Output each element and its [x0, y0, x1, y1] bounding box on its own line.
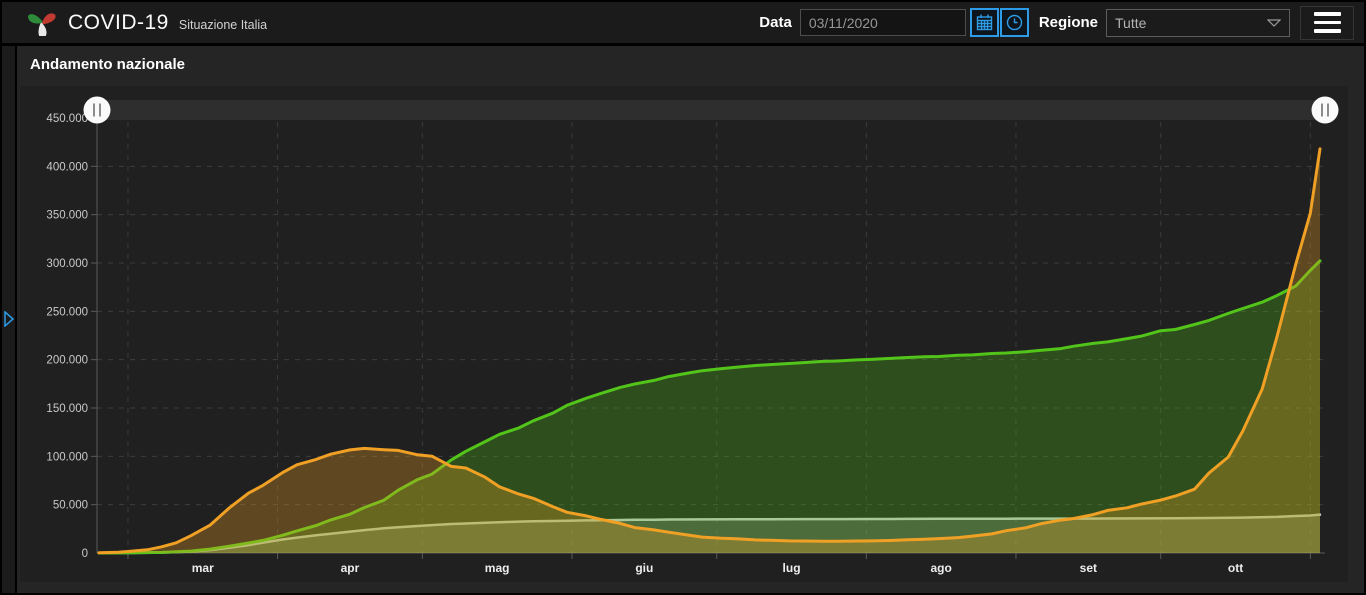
slider-handle-right[interactable]: [1312, 97, 1339, 124]
date-label: Data: [759, 14, 792, 31]
region-select[interactable]: Tutte: [1106, 9, 1290, 37]
andamento-panel: Andamento nazionale: [17, 46, 1364, 593]
clock-button[interactable]: [1000, 8, 1029, 37]
panel-title: Andamento nazionale: [30, 56, 185, 73]
protezione-civile-logo-icon: [28, 9, 56, 36]
chevron-right-icon: [4, 311, 14, 327]
slider-handle-right-circle[interactable]: [1312, 97, 1339, 124]
calendar-icon: [976, 14, 993, 31]
slider-handle-left[interactable]: [84, 97, 111, 124]
date-input[interactable]: [800, 9, 966, 36]
region-label: Regione: [1039, 14, 1098, 31]
app-title: COVID-19: [68, 11, 169, 35]
calendar-button[interactable]: [970, 8, 999, 37]
time-range-slider-track[interactable]: [97, 100, 1325, 120]
sidebar-expand-button[interactable]: [4, 311, 14, 332]
app-subtitle: Situazione Italia: [179, 18, 267, 32]
region-select-value: Tutte: [1115, 15, 1146, 31]
chevron-down-icon: [1267, 19, 1281, 27]
slider-handle-left-circle[interactable]: [84, 97, 111, 124]
app-header: COVID-19 Situazione Italia Data: [2, 2, 1364, 43]
collapsed-sidebar: [2, 46, 15, 593]
hamburger-menu-icon: [1314, 12, 1341, 16]
clock-icon: [1006, 14, 1023, 31]
hamburger-menu-button[interactable]: [1300, 6, 1354, 40]
